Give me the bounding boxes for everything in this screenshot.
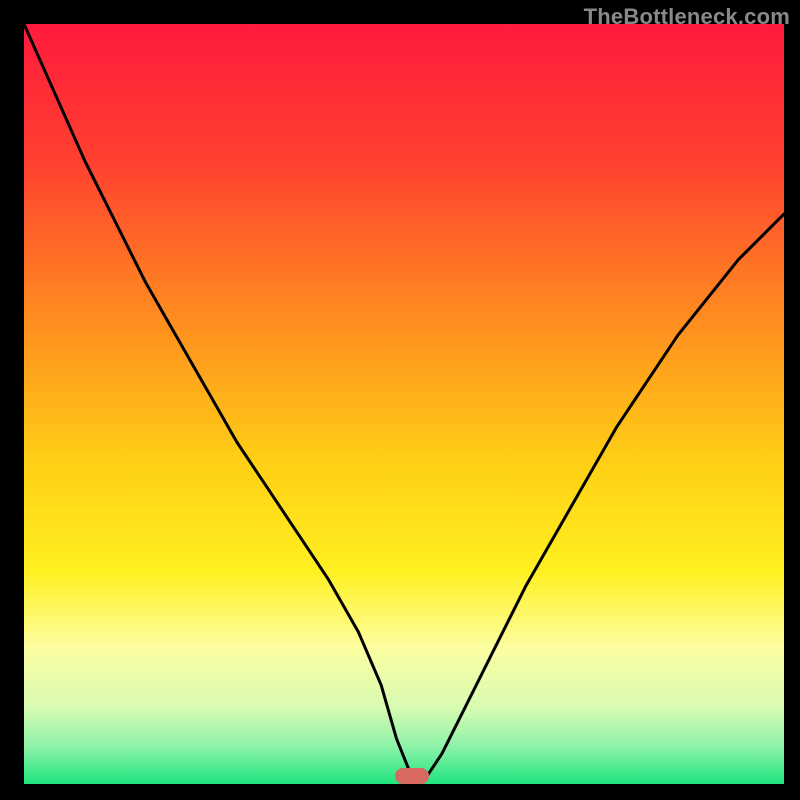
chart-frame: TheBottleneck.com	[0, 0, 800, 800]
curve-layer	[24, 24, 784, 784]
bottleneck-curve	[24, 24, 784, 776]
optimal-marker	[395, 768, 429, 784]
plot-area	[24, 24, 784, 784]
watermark-text: TheBottleneck.com	[584, 4, 790, 30]
